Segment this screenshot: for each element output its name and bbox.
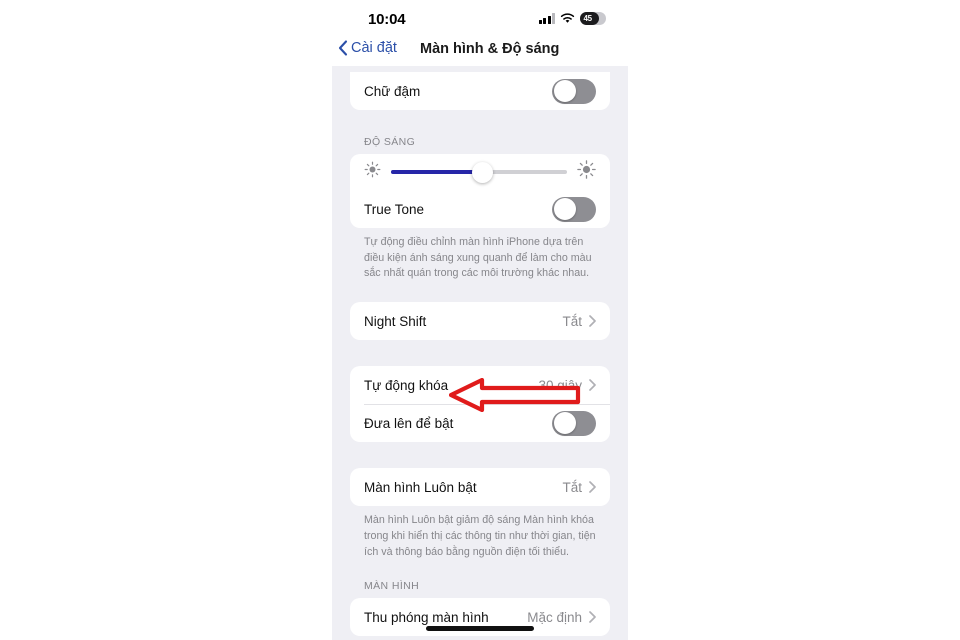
row-auto-lock[interactable]: Tự động khóa 30 giây	[350, 366, 610, 404]
raise-to-wake-toggle[interactable]	[552, 410, 596, 436]
display-section-header: MÀN HÌNH	[364, 580, 420, 593]
status-bar-indicators: 45	[538, 12, 606, 25]
always-on-label: Màn hình Luôn bật	[364, 479, 477, 495]
chevron-right-icon	[589, 611, 596, 624]
bold-text-card: Chữ đậm	[350, 72, 610, 110]
display-zoom-footnote: Chọn một chế độ xem cho iPhone. Chữ lớn …	[332, 636, 628, 640]
raise-to-wake-label: Đưa lên để bật	[364, 415, 454, 431]
lock-card: Tự động khóa 30 giây Đưa lên để bật	[350, 366, 610, 443]
bold-text-toggle[interactable]	[552, 78, 596, 104]
brightness-card: True Tone	[350, 154, 610, 228]
wifi-icon	[560, 13, 575, 24]
chevron-right-icon	[589, 481, 596, 494]
true-tone-toggle[interactable]	[552, 196, 596, 222]
row-true-tone[interactable]: True Tone	[350, 190, 610, 228]
battery-icon: 45	[580, 12, 606, 25]
night-shift-value: Tắt	[562, 313, 582, 329]
sun-large-icon	[577, 160, 596, 184]
true-tone-label: True Tone	[364, 201, 425, 217]
always-on-card: Màn hình Luôn bật Tắt	[350, 468, 610, 507]
auto-lock-label: Tự động khóa	[364, 377, 449, 393]
row-always-on-display[interactable]: Màn hình Luôn bật Tắt	[350, 468, 610, 506]
chevron-right-icon	[589, 379, 596, 392]
sun-small-icon	[364, 161, 381, 183]
phone-screen: 10:04 45 Cài đặt Màn hình & Độ sáng Chữ …	[332, 0, 628, 640]
display-zoom-value: Mặc định	[527, 609, 582, 625]
brightness-section-header: ĐỘ SÁNG	[364, 136, 416, 148]
page-title: Màn hình & Độ sáng	[420, 41, 560, 57]
row-raise-to-wake[interactable]: Đưa lên để bật	[350, 404, 610, 442]
true-tone-footnote: Tự động điều chỉnh màn hình iPhone dựa t…	[364, 236, 592, 280]
display-zoom-label: Thu phóng màn hình	[364, 609, 489, 625]
night-shift-card: Night Shift Tắt	[350, 302, 610, 341]
back-button[interactable]: Cài đặt	[338, 40, 397, 56]
status-bar: 10:04 45	[332, 0, 628, 38]
navigation-bar: Cài đặt Màn hình & Độ sáng	[332, 38, 628, 66]
always-on-footnote: Màn hình Luôn bật giảm độ sáng Màn hình …	[364, 514, 596, 558]
settings-scroll-area[interactable]: Chữ đậm ĐỘ SÁNG True Tone Tự động điều c…	[332, 66, 628, 640]
row-bold-text[interactable]: Chữ đậm	[350, 72, 610, 110]
brightness-slider-fill	[391, 170, 483, 174]
screenshot-canvas: 10:04 45 Cài đặt Màn hình & Độ sáng Chữ …	[0, 0, 960, 640]
brightness-slider-row[interactable]	[350, 154, 610, 190]
brightness-slider[interactable]	[391, 161, 567, 183]
brightness-slider-knob[interactable]	[472, 161, 494, 183]
back-button-label: Cài đặt	[351, 40, 397, 56]
cellular-bars-icon	[538, 13, 555, 24]
home-indicator[interactable]	[426, 626, 534, 631]
chevron-left-icon	[338, 40, 348, 56]
chevron-right-icon	[589, 315, 596, 328]
battery-percent-label: 45	[583, 14, 593, 23]
bold-text-label: Chữ đậm	[364, 83, 421, 99]
status-bar-time: 10:04	[368, 11, 406, 28]
row-night-shift[interactable]: Night Shift Tắt	[350, 302, 610, 340]
always-on-value: Tắt	[562, 479, 582, 495]
auto-lock-value: 30 giây	[538, 377, 582, 393]
night-shift-label: Night Shift	[364, 313, 427, 329]
